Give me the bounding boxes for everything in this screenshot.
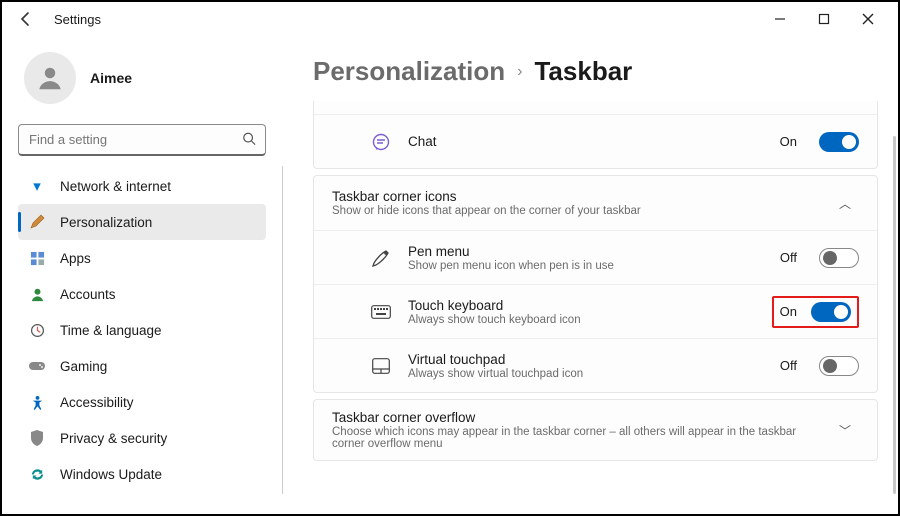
user-name: Aimee — [90, 70, 132, 86]
nav-windows-update[interactable]: Windows Update — [18, 456, 266, 492]
window-title: Settings — [54, 12, 101, 27]
avatar — [24, 52, 76, 104]
nav-apps[interactable]: Apps — [18, 240, 266, 276]
row-title: Pen menu — [408, 244, 764, 259]
toggle-state: Off — [780, 250, 797, 265]
keyboard-icon — [370, 301, 392, 323]
section-title: Taskbar corner icons — [332, 189, 815, 204]
apps-icon — [28, 249, 46, 267]
nav-privacy[interactable]: Privacy & security — [18, 420, 266, 456]
pen-icon — [370, 247, 392, 269]
toggle-state: Off — [780, 358, 797, 373]
row-title: Chat — [408, 134, 764, 149]
toggle-state: On — [780, 304, 797, 319]
search-input[interactable] — [18, 124, 266, 156]
clock-icon — [28, 321, 46, 339]
wifi-icon: ▾ — [28, 177, 46, 195]
sidebar: Aimee ▾ Network & internet Personalizati… — [2, 36, 282, 514]
shield-icon — [28, 429, 46, 447]
row-title: Touch keyboard — [408, 298, 756, 313]
main-pane: Personalization › Taskbar Widgets On — [283, 36, 898, 514]
nav-label: Accessibility — [60, 395, 134, 410]
section-desc: Choose which icons may appear in the tas… — [332, 426, 815, 450]
nav-gaming[interactable]: Gaming — [18, 348, 266, 384]
chat-toggle[interactable] — [819, 132, 859, 152]
chevron-down-icon: ﹀ — [831, 422, 859, 439]
nav-accounts[interactable]: Accounts — [18, 276, 266, 312]
section-desc: Show or hide icons that appear on the co… — [332, 205, 815, 217]
gamepad-icon — [28, 357, 46, 375]
corner-overflow-card[interactable]: Taskbar corner overflow Choose which ico… — [313, 399, 878, 461]
row-touch-keyboard: Touch keyboard Always show touch keyboar… — [314, 284, 877, 338]
nav-label: Privacy & security — [60, 431, 167, 446]
titlebar: Settings — [2, 2, 898, 36]
nav-label: Apps — [60, 251, 91, 266]
corner-icons-card: Taskbar corner icons Show or hide icons … — [313, 175, 878, 393]
maximize-button[interactable] — [802, 4, 846, 34]
taskbar-items-card: Widgets On Chat On — [313, 101, 878, 169]
nav-label: Time & language — [60, 323, 162, 338]
row-desc: Always show touch keyboard icon — [408, 314, 756, 326]
toggle-state: On — [780, 134, 797, 149]
row-virtual-touchpad: Virtual touchpad Always show virtual tou… — [314, 338, 877, 392]
chevron-right-icon: › — [517, 63, 522, 81]
person-icon — [28, 285, 46, 303]
touchpad-toggle[interactable] — [819, 356, 859, 376]
nav-label: Network & internet — [60, 179, 171, 194]
search-box[interactable] — [18, 124, 266, 156]
accessibility-icon — [28, 393, 46, 411]
nav-label: Accounts — [60, 287, 116, 302]
breadcrumb: Personalization › Taskbar — [313, 56, 878, 87]
sync-icon — [28, 465, 46, 483]
section-title: Taskbar corner overflow — [332, 410, 815, 425]
nav-time-language[interactable]: Time & language — [18, 312, 266, 348]
row-desc: Show pen menu icon when pen is in use — [408, 260, 764, 272]
breadcrumb-parent[interactable]: Personalization — [313, 56, 505, 87]
back-button[interactable] — [10, 3, 42, 35]
chat-icon — [370, 131, 392, 153]
row-pen-menu: Pen menu Show pen menu icon when pen is … — [314, 230, 877, 284]
nav-personalization[interactable]: Personalization — [18, 204, 266, 240]
highlight-box: On — [772, 296, 859, 328]
user-info[interactable]: Aimee — [18, 48, 266, 118]
row-chat: Chat On — [314, 114, 877, 168]
nav-label: Windows Update — [60, 467, 162, 482]
minimize-button[interactable] — [758, 4, 802, 34]
nav-list: ▾ Network & internet Personalization App… — [18, 168, 266, 492]
nav-label: Gaming — [60, 359, 107, 374]
search-icon — [242, 132, 256, 149]
settings-panel: Widgets On Chat On Taskbar corne — [313, 101, 878, 514]
row-title: Virtual touchpad — [408, 352, 764, 367]
breadcrumb-current: Taskbar — [534, 56, 632, 87]
chevron-up-icon: ︿ — [831, 195, 859, 212]
touch-keyboard-toggle[interactable] — [811, 302, 851, 322]
row-widgets: Widgets On — [314, 101, 877, 114]
close-button[interactable] — [846, 4, 890, 34]
corner-overflow-header[interactable]: Taskbar corner overflow Choose which ico… — [314, 400, 877, 460]
corner-icons-header[interactable]: Taskbar corner icons Show or hide icons … — [314, 176, 877, 230]
paintbrush-icon — [28, 213, 46, 231]
nav-network[interactable]: ▾ Network & internet — [18, 168, 266, 204]
nav-accessibility[interactable]: Accessibility — [18, 384, 266, 420]
scrollbar[interactable] — [893, 136, 896, 494]
touchpad-icon — [370, 355, 392, 377]
pen-toggle[interactable] — [819, 248, 859, 268]
row-desc: Always show virtual touchpad icon — [408, 368, 764, 380]
nav-label: Personalization — [60, 215, 152, 230]
